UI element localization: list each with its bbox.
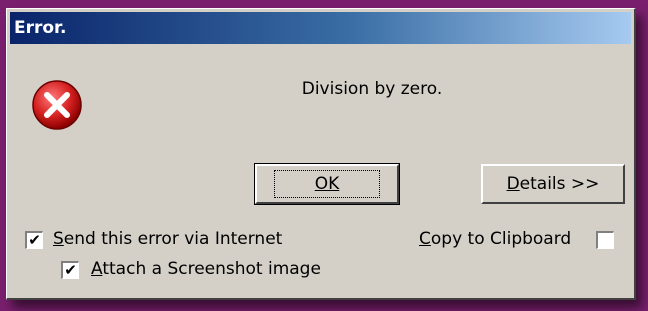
ok-button-label: OK [314, 174, 340, 194]
details-button-label: Details >> [506, 174, 600, 194]
copy-clipboard-checkbox[interactable] [596, 231, 614, 249]
send-error-checkbox[interactable]: ✔ [25, 231, 43, 249]
attach-screenshot-checkbox[interactable]: ✔ [61, 261, 79, 279]
send-error-label[interactable]: Send this error via Internet [53, 229, 282, 249]
copy-clipboard-label[interactable]: Copy to Clipboard [419, 229, 571, 249]
ok-button[interactable]: OK [254, 163, 400, 205]
attach-screenshot-label[interactable]: Attach a Screenshot image [91, 259, 321, 279]
details-button[interactable]: Details >> [481, 164, 625, 204]
error-dialog: Error. Division by zero. OK Details >> ✔… [6, 8, 636, 300]
error-icon [32, 80, 82, 130]
dialog-title: Error. [14, 18, 67, 38]
error-message: Division by zero. [301, 79, 443, 99]
dialog-titlebar[interactable]: Error. [10, 12, 631, 44]
